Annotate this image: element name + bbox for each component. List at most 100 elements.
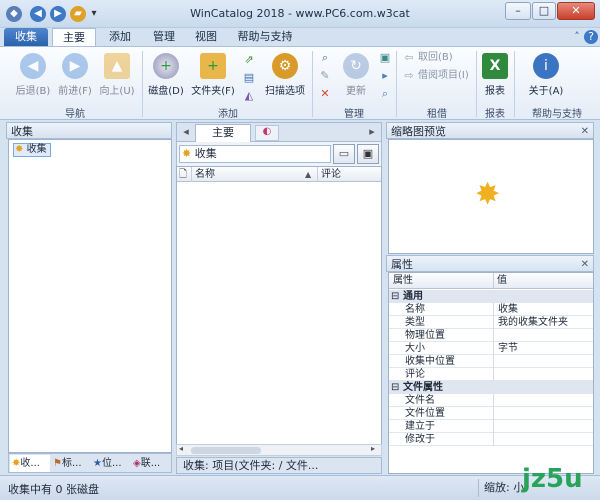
property-row[interactable]: 大小 字节 bbox=[389, 342, 593, 355]
property-key: 评论 bbox=[405, 369, 425, 380]
update-button[interactable]: ↻ 更新 bbox=[340, 53, 372, 97]
scan-options-button[interactable]: ⚙ 扫描选项 bbox=[262, 53, 308, 97]
manage-small-1-icon[interactable]: ▣ bbox=[378, 51, 392, 65]
tab-contacts[interactable]: ◈联... bbox=[131, 455, 171, 472]
file-list[interactable]: 🗋 名称 ▲ 评论 bbox=[176, 166, 382, 456]
horizontal-scrollbar[interactable]: ◂ ▸ bbox=[176, 444, 382, 456]
property-key: 建立于 bbox=[405, 421, 435, 432]
tab-main[interactable]: 主要 bbox=[52, 28, 96, 46]
group-separator bbox=[312, 51, 313, 117]
up-button[interactable]: ▲ 向上(U) bbox=[98, 53, 136, 97]
report-button[interactable]: X 报表 bbox=[480, 53, 510, 97]
column-name[interactable]: 名称 bbox=[195, 167, 215, 182]
property-row[interactable]: 物理位置 bbox=[389, 329, 593, 342]
excel-report-icon: X bbox=[482, 53, 508, 79]
property-value[interactable] bbox=[493, 355, 593, 368]
property-value[interactable] bbox=[493, 407, 593, 420]
category-general[interactable]: ⊟ 通用 bbox=[389, 290, 593, 303]
tab-collection[interactable]: 收集 bbox=[4, 28, 48, 46]
back-button[interactable]: ◀ 后退(B) bbox=[14, 53, 52, 97]
return-icon: ⇦ bbox=[404, 51, 414, 64]
manage-small-3-icon[interactable]: ⌕ bbox=[378, 87, 392, 101]
ribbon-minimize-icon[interactable]: ˄ bbox=[570, 30, 584, 44]
tab-tags[interactable]: ⚑标... bbox=[51, 455, 91, 472]
add-small-2-icon[interactable]: ▤ bbox=[242, 71, 256, 85]
delete-icon[interactable]: ✕ bbox=[318, 87, 332, 101]
close-button[interactable]: ✕ bbox=[557, 2, 595, 20]
tab-secondary-document[interactable]: ◐ bbox=[255, 125, 279, 141]
property-grid[interactable]: 属性 值 ⊟ 通用 名称 收集 类型 我的收集文件夹物理位置 大小 字节 收集中位置 评论 ⊟… bbox=[388, 272, 594, 474]
collection-large-star-icon: ✸ bbox=[475, 177, 501, 212]
manage-small-2-icon[interactable]: ▸ bbox=[378, 69, 392, 83]
location-star-icon: ★ bbox=[93, 458, 102, 469]
tab-scroll-left-icon[interactable]: ◂ bbox=[179, 125, 193, 139]
zoom-control[interactable]: 缩放: 小 bbox=[478, 479, 526, 497]
about-button[interactable]: i 关于(A) bbox=[526, 53, 566, 97]
minimize-button[interactable]: – bbox=[505, 2, 531, 20]
tree-item-collection[interactable]: ✸ 收集 bbox=[13, 143, 51, 157]
property-value[interactable] bbox=[493, 433, 593, 446]
property-key: 类型 bbox=[405, 317, 425, 328]
category-file-properties[interactable]: ⊟ 文件属性 bbox=[389, 381, 593, 394]
add-small-3-icon[interactable]: ◭ bbox=[242, 89, 256, 103]
thumbnail-view-button[interactable]: ▣ bbox=[357, 144, 379, 164]
tab-collection-tree[interactable]: ✸收... bbox=[10, 455, 50, 472]
add-small-1-icon[interactable]: ⇗ bbox=[242, 53, 256, 67]
close-properties-panel-icon[interactable]: ✕ bbox=[581, 256, 589, 273]
tab-help-support[interactable]: 帮助与支持 bbox=[232, 28, 298, 46]
search-icon[interactable]: ⌕ bbox=[318, 51, 332, 65]
close-thumbnail-panel-icon[interactable]: ✕ bbox=[581, 123, 589, 140]
tab-view[interactable]: 视图 bbox=[186, 28, 226, 46]
tab-scroll-right-icon[interactable]: ▸ bbox=[365, 125, 379, 139]
property-row[interactable]: 修改于 bbox=[389, 433, 593, 446]
collapse-icon[interactable]: ⊟ bbox=[391, 290, 399, 303]
tab-locations[interactable]: ★位... bbox=[91, 455, 131, 472]
column-comment[interactable]: 评论 bbox=[321, 167, 341, 182]
tab-main-document[interactable]: 主要 bbox=[195, 124, 251, 142]
column-divider bbox=[191, 167, 192, 182]
group-label-add: 添加 bbox=[218, 109, 238, 120]
property-value[interactable] bbox=[493, 394, 593, 407]
group-label-navigation: 导航 bbox=[65, 109, 85, 120]
property-value[interactable]: 我的收集文件夹 bbox=[493, 316, 593, 329]
property-row[interactable]: 评论 bbox=[389, 368, 593, 381]
forward-button[interactable]: ▶ 前进(F) bbox=[56, 53, 94, 97]
watermark-logo: jz5u bbox=[522, 464, 583, 494]
property-row[interactable]: 建立于 bbox=[389, 420, 593, 433]
thumbnail-panel-header: 缩略图预览 ✕ bbox=[386, 122, 594, 139]
folder-up-icon: ▲ bbox=[104, 53, 130, 79]
scroll-left-icon[interactable]: ◂ bbox=[179, 444, 183, 453]
tab-manage[interactable]: 管理 bbox=[144, 28, 184, 46]
property-value[interactable]: 字节 bbox=[493, 342, 593, 355]
path-field[interactable]: ✸ 收集 bbox=[179, 145, 331, 163]
tab-add[interactable]: 添加 bbox=[100, 28, 140, 46]
file-type-icon[interactable]: 🗋 bbox=[179, 167, 187, 182]
collapse-icon[interactable]: ⊟ bbox=[391, 381, 399, 394]
lend-item-button[interactable]: 借阅项目(I) bbox=[418, 69, 469, 83]
property-row[interactable]: 文件名 bbox=[389, 394, 593, 407]
add-folder-button[interactable]: + 文件夹(F) bbox=[190, 53, 236, 97]
scrollbar-thumb[interactable] bbox=[191, 447, 261, 454]
scroll-right-icon[interactable]: ▸ bbox=[371, 444, 375, 453]
property-value[interactable]: 收集 bbox=[493, 303, 593, 316]
view-mode-button[interactable]: ▭ bbox=[333, 144, 355, 164]
column-value: 值 bbox=[497, 275, 507, 286]
property-value[interactable] bbox=[493, 329, 593, 342]
update-icon: ↻ bbox=[343, 53, 369, 79]
property-value[interactable] bbox=[493, 420, 593, 433]
property-key: 物理位置 bbox=[405, 330, 445, 341]
collection-panel-header: 收集 bbox=[6, 122, 172, 139]
add-disk-button[interactable]: + 磁盘(D) bbox=[148, 53, 184, 97]
collection-tree[interactable]: ✸ 收集 bbox=[8, 139, 172, 453]
property-row[interactable]: 文件位置 bbox=[389, 407, 593, 420]
return-button[interactable]: 取回(B) bbox=[418, 51, 453, 65]
property-row[interactable]: 名称 收集 bbox=[389, 303, 593, 316]
column-property: 属性 bbox=[393, 275, 413, 286]
column-divider bbox=[493, 273, 494, 289]
help-icon[interactable]: ? bbox=[584, 30, 598, 44]
property-value[interactable] bbox=[493, 368, 593, 381]
edit-icon[interactable]: ✎ bbox=[318, 69, 332, 83]
property-row[interactable]: 类型 我的收集文件夹 bbox=[389, 316, 593, 329]
property-row[interactable]: 收集中位置 bbox=[389, 355, 593, 368]
maximize-button[interactable]: □ bbox=[532, 2, 556, 20]
